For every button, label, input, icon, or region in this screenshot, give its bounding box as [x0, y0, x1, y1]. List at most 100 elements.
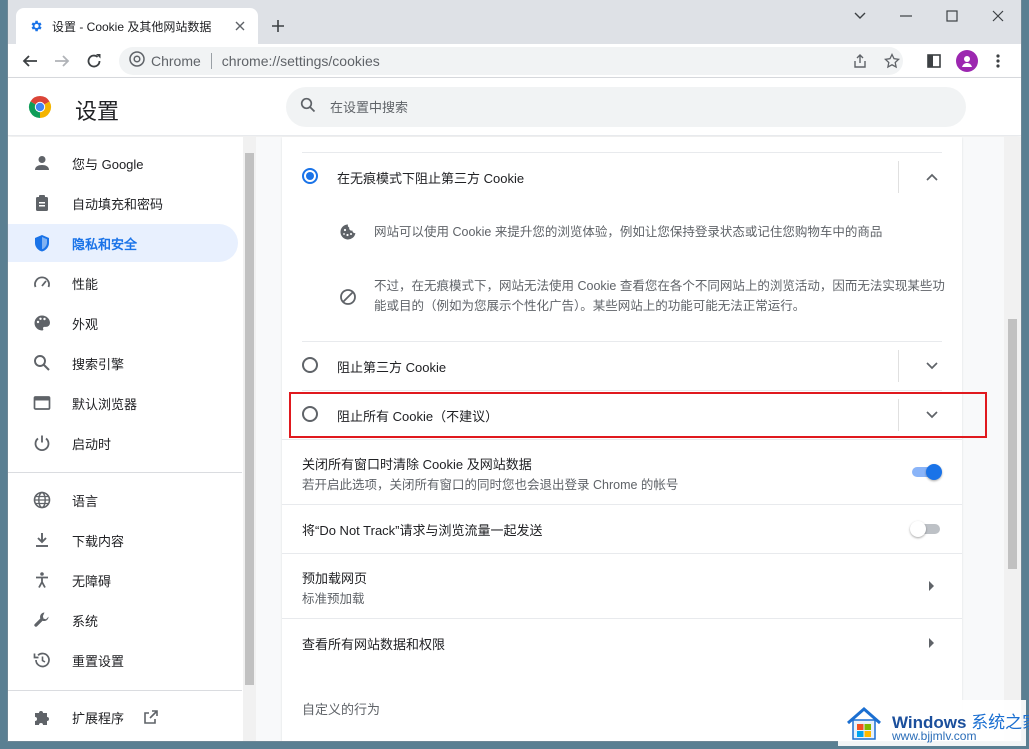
person-icon: [32, 153, 52, 173]
omnibox[interactable]: Chrome chrome://settings/cookies: [119, 47, 903, 75]
sidebar-item-label: 扩展程序: [72, 710, 125, 726]
sidebar-item-extensions[interactable]: 扩展程序: [8, 698, 238, 736]
clear-on-exit-row[interactable]: 关闭所有窗口时清除 Cookie 及网站数据 若开启此选项，关闭所有窗口的同时您…: [282, 440, 962, 504]
toolbar: Chrome chrome://settings/cookies: [8, 44, 1021, 78]
sidebar-scrollbar-thumb[interactable]: [245, 153, 254, 685]
do-not-track-toggle[interactable]: [910, 521, 942, 537]
chevron-down-icon[interactable]: [850, 6, 870, 26]
new-tab-icon[interactable]: [268, 16, 288, 36]
sidebar-item-you-and-google[interactable]: 您与 Google: [8, 144, 238, 182]
accessibility-icon: [32, 570, 52, 590]
close-window-icon[interactable]: [988, 6, 1008, 26]
shield-icon: [32, 233, 52, 253]
sidebar-item-label: 您与 Google: [72, 156, 144, 172]
puzzle-icon: [32, 707, 52, 727]
chevron-down-icon[interactable]: [922, 405, 942, 425]
sidebar-item-label: 外观: [72, 316, 99, 332]
main-scrollbar[interactable]: [1004, 137, 1021, 741]
back-arrow-icon[interactable]: [20, 51, 40, 71]
more-menu-icon[interactable]: [988, 51, 1008, 71]
chrome-logo-icon: [28, 95, 52, 119]
close-tab-icon[interactable]: [232, 18, 248, 34]
history-icon: [32, 650, 52, 670]
profile-avatar[interactable]: [956, 50, 978, 72]
toggle-knob: [926, 464, 942, 480]
cookie-detail-text: 不过，在无痕模式下，网站无法使用 Cookie 查看您在各个不同网站上的浏览活动…: [374, 279, 945, 313]
speedometer-icon: [32, 273, 52, 293]
sidebar-item-on-startup[interactable]: 启动时: [8, 424, 238, 462]
clipboard-icon: [32, 193, 52, 213]
preload-subtitle: 标准预加载: [302, 592, 365, 606]
arrow-right-icon[interactable]: [922, 633, 942, 653]
cookie-option-label: 阻止第三方 Cookie: [337, 360, 447, 375]
cookie-settings-card: 在无痕模式下阻止第三方 Cookie 网站可以使用 Cookie 来提升您的浏览…: [282, 137, 962, 741]
search-input[interactable]: [330, 99, 890, 115]
preload-row[interactable]: 预加载网页 标准预加载: [282, 554, 962, 618]
power-icon: [32, 433, 52, 453]
cookie-detail-text: 网站可以使用 Cookie 来提升您的浏览体验，例如让您保持登录状态或记住您购物…: [374, 225, 883, 239]
side-panel-icon[interactable]: [924, 51, 944, 71]
sidebar-item-system[interactable]: 系统: [8, 601, 238, 639]
sidebar-item-languages[interactable]: 语言: [8, 481, 238, 519]
radio-button[interactable]: [302, 357, 318, 373]
sidebar-item-downloads[interactable]: 下载内容: [8, 521, 238, 559]
radio-button[interactable]: [302, 406, 318, 422]
reload-icon[interactable]: [84, 51, 104, 71]
sidebar-item-privacy[interactable]: 隐私和安全: [8, 224, 238, 262]
maximize-icon[interactable]: [942, 6, 962, 26]
sidebar-item-autofill[interactable]: 自动填充和密码: [8, 184, 238, 222]
block-icon: [338, 287, 358, 307]
browser-icon: [32, 393, 52, 413]
cookie-option-label: 在无痕模式下阻止第三方 Cookie: [337, 171, 525, 186]
windows-logo-icon: [844, 703, 884, 743]
sidebar-item-default-browser[interactable]: 默认浏览器: [8, 384, 238, 422]
watermark-brand-suffix: 系统之家: [971, 713, 1029, 732]
cookie-option-incognito-block[interactable]: 在无痕模式下阻止第三方 Cookie: [282, 153, 962, 201]
sidebar-item-performance[interactable]: 性能: [8, 264, 238, 302]
palette-icon: [32, 313, 52, 333]
sidebar-item-appearance[interactable]: 外观: [8, 304, 238, 342]
search-icon: [300, 97, 316, 118]
settings-header: 设置: [8, 78, 1021, 136]
clear-on-exit-toggle[interactable]: [910, 464, 942, 480]
forward-arrow-icon[interactable]: [52, 51, 72, 71]
omnibox-site-chip: Chrome: [151, 53, 201, 69]
minimize-icon[interactable]: [896, 6, 916, 26]
site-data-link[interactable]: 查看所有网站数据和权限: [302, 634, 445, 653]
sidebar-divider: [8, 690, 242, 691]
sidebar-item-label: 自动填充和密码: [72, 196, 164, 212]
clear-on-exit-title: 关闭所有窗口时清除 Cookie 及网站数据: [302, 457, 532, 472]
search-icon: [32, 353, 52, 373]
sidebar-item-accessibility[interactable]: 无障碍: [8, 561, 238, 599]
tab-title: 设置 - Cookie 及其他网站数据: [52, 19, 212, 34]
sidebar-item-search-engine[interactable]: 搜索引擎: [8, 344, 238, 382]
do-not-track-row[interactable]: 将“Do Not Track”请求与浏览流量一起发送: [282, 505, 962, 553]
omnibox-url[interactable]: chrome://settings/cookies: [222, 53, 380, 69]
row-separator: [898, 350, 899, 382]
sidebar-item-label: 重置设置: [72, 653, 125, 669]
watermark-url: www.bjjmlv.com: [892, 729, 977, 743]
clear-on-exit-subtitle: 若开启此选项，关闭所有窗口的同时您也会退出登录 Chrome 的帐号: [302, 478, 679, 492]
cookie-option-block-third-party[interactable]: 阻止第三方 Cookie: [282, 342, 962, 390]
sidebar-divider: [8, 472, 242, 473]
chevron-up-icon[interactable]: [922, 167, 942, 187]
sidebar-item-label: 无障碍: [72, 573, 112, 589]
sidebar-item-reset[interactable]: 重置设置: [8, 641, 238, 679]
bookmark-star-icon[interactable]: [882, 51, 902, 71]
site-data-row[interactable]: 查看所有网站数据和权限: [282, 619, 962, 667]
custom-behavior-heading: 自定义的行为: [302, 702, 381, 717]
arrow-right-icon[interactable]: [922, 576, 942, 596]
page-title: 设置: [75, 99, 120, 124]
tab-settings[interactable]: 设置 - Cookie 及其他网站数据: [16, 8, 258, 44]
share-icon[interactable]: [850, 51, 870, 71]
radio-button[interactable]: [302, 168, 318, 184]
cookie-option-block-all[interactable]: 阻止所有 Cookie（不建议）: [282, 391, 962, 439]
main-scrollbar-thumb[interactable]: [1008, 319, 1017, 569]
globe-icon: [32, 490, 52, 510]
sidebar-item-label: 性能: [72, 276, 99, 292]
sidebar-scrollbar[interactable]: [243, 137, 256, 741]
chevron-down-icon[interactable]: [922, 356, 942, 376]
settings-search[interactable]: [286, 87, 966, 127]
cookie-detail-item: 不过，在无痕模式下，网站无法使用 Cookie 查看您在各个不同网站上的浏览活动…: [338, 276, 946, 316]
watermark: Windows 系统之家 www.bjjmlv.com: [838, 700, 1029, 746]
